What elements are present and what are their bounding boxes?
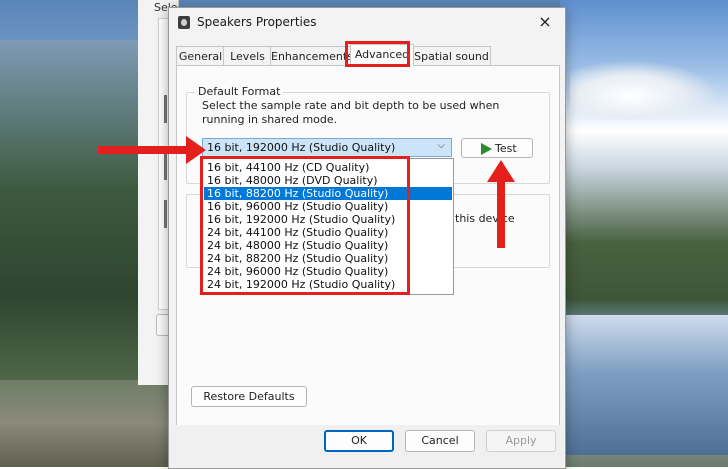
format-option[interactable]: 24 bit, 88200 Hz (Studio Quality) <box>204 252 452 265</box>
play-icon <box>481 143 492 155</box>
wallpaper-snow-peak <box>570 60 720 120</box>
restore-defaults-button[interactable]: Restore Defaults <box>191 386 307 407</box>
exclusive-mode-partial-text: this device <box>455 212 515 225</box>
default-format-label: Default Format <box>195 85 284 98</box>
format-option[interactable]: 16 bit, 44100 Hz (CD Quality) <box>204 161 452 174</box>
default-format-select[interactable]: 16 bit, 192000 Hz (Studio Quality) ⌵ <box>202 138 452 157</box>
background-level-bar <box>164 200 167 228</box>
tab-advanced[interactable]: Advanced <box>350 44 414 66</box>
test-button-label: Test <box>495 142 517 155</box>
format-option[interactable]: 24 bit, 48000 Hz (Studio Quality) <box>204 239 452 252</box>
wallpaper-riverbank <box>0 380 170 467</box>
annotation-arrow-right-head <box>186 136 206 164</box>
tab-spatial-sound[interactable]: Spatial sound <box>412 46 491 66</box>
title-bar: Speakers Properties × <box>169 8 565 38</box>
annotation-arrow-up-head <box>487 160 515 182</box>
annotation-arrow-up <box>497 180 505 248</box>
format-option[interactable]: 16 bit, 96000 Hz (Studio Quality) <box>204 200 452 213</box>
format-option[interactable]: 16 bit, 192000 Hz (Studio Quality) <box>204 213 452 226</box>
tab-levels[interactable]: Levels <box>223 46 272 66</box>
format-option[interactable]: 24 bit, 192000 Hz (Studio Quality) <box>204 278 452 291</box>
chevron-down-icon: ⌵ <box>437 140 445 151</box>
tab-enhancements[interactable]: Enhancements <box>270 46 353 66</box>
speaker-icon <box>178 16 190 29</box>
background-level-bar <box>164 150 167 180</box>
background-level-bar <box>164 95 167 123</box>
format-option-highlighted[interactable]: 16 bit, 88200 Hz (Studio Quality) <box>204 187 452 200</box>
format-option[interactable]: 24 bit, 44100 Hz (Studio Quality) <box>204 226 452 239</box>
dialog-title: Speakers Properties <box>197 15 317 29</box>
tab-general[interactable]: General <box>176 46 225 66</box>
test-button[interactable]: Test <box>461 138 533 158</box>
default-format-description: Select the sample rate and bit depth to … <box>202 99 500 126</box>
wallpaper-river <box>565 315 728 455</box>
close-icon[interactable]: × <box>535 12 555 31</box>
apply-button[interactable]: Apply <box>486 430 556 452</box>
default-format-selected-value: 16 bit, 192000 Hz (Studio Quality) <box>207 141 396 154</box>
format-option[interactable]: 24 bit, 96000 Hz (Studio Quality) <box>204 265 452 278</box>
cancel-button[interactable]: Cancel <box>405 430 475 452</box>
ok-button[interactable]: OK <box>324 430 394 452</box>
default-format-options-list: 16 bit, 44100 Hz (CD Quality) 16 bit, 48… <box>202 158 454 295</box>
annotation-arrow-right <box>98 146 188 154</box>
format-option[interactable]: 16 bit, 48000 Hz (DVD Quality) <box>204 174 452 187</box>
